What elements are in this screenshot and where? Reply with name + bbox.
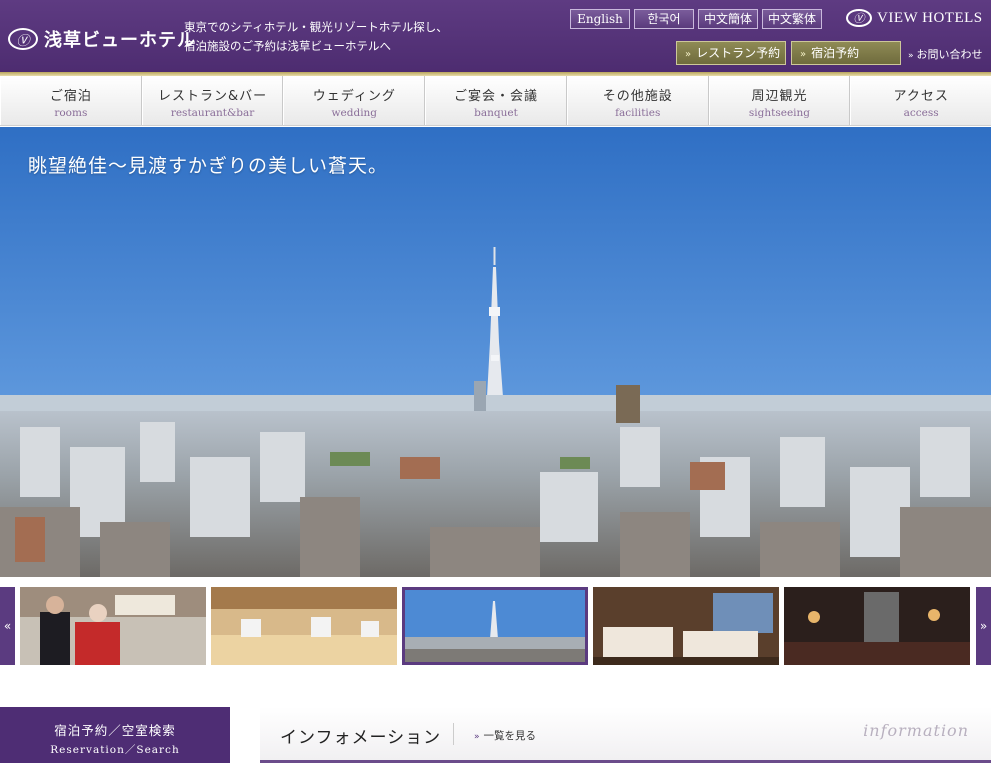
hotel-name: 浅草ビューホテル [44,30,196,51]
nav-item-banquet[interactable]: ご宴会・会議 banquet [425,76,567,125]
information-title: インフォメーション [280,728,442,748]
double-chevron-right-icon: » [474,732,480,742]
restaurant-reservation-label: レストラン予約 [696,46,781,60]
site-header: Ⓥ 浅草ビューホテル 東京でのシティホテル・観光リゾートホテル探し、 宿泊施設の… [0,0,991,72]
view-all-label: 一覧を見る [483,730,537,742]
nav-item-restaurant[interactable]: レストラン&バー restaurant&bar [141,76,284,125]
nav-label-en: restaurant&bar [170,107,255,119]
information-header: インフォメーション » 一覧を見る information [260,707,991,763]
nav-item-access[interactable]: アクセス access [850,76,991,125]
nav-item-rooms[interactable]: ご宿泊 rooms [0,76,142,125]
lang-english-button[interactable]: English [570,9,630,29]
bar-lounge-photo [784,587,970,665]
restaurant-reservation-button[interactable]: » レストラン予約 [676,41,786,65]
stay-reservation-button[interactable]: » 宿泊予約 [791,41,901,65]
tokyo-skyline-photo [0,127,991,577]
tagline-line-1: 東京でのシティホテル・観光リゾートホテル探し、 [184,20,448,34]
nav-label-jp: その他施設 [602,89,673,104]
nav-label-jp: ご宴会・会議 [454,89,539,104]
lang-korean-button[interactable]: 한국어 [634,9,694,29]
nav-label-en: access [903,107,939,119]
lang-simplified-chinese-button[interactable]: 中文簡体 [698,9,758,29]
reservation-search-label-jp: 宿泊予約／空室検索 [54,723,176,738]
information-divider [453,723,454,745]
nav-label-en: facilities [615,107,661,119]
nav-label-jp: レストラン&バー [158,89,268,104]
nav-label-jp: ウェディング [312,89,396,104]
site-tagline: 東京でのシティホテル・観光リゾートホテル探し、 宿泊施設のご予約は浅草ビューホテ… [184,18,448,56]
thumbnail-buffet[interactable] [211,587,397,665]
hero-caption: 眺望絶佳～見渡すかぎりの美しい蒼天。 [28,155,389,177]
double-chevron-left-icon: « [3,619,12,633]
thumbnail-carousel: « » [0,585,991,667]
thumbnail-bar-lounge[interactable] [784,587,970,665]
information-watermark: information [863,721,969,740]
carousel-next-button[interactable]: » [976,587,991,665]
nav-label-jp: アクセス [893,89,949,104]
tagline-line-2: 宿泊施設のご予約は浅草ビューホテルへ [184,39,391,53]
lang-traditional-chinese-button[interactable]: 中文繁体 [762,9,822,29]
thumbnail-wedding[interactable] [20,587,206,665]
double-chevron-right-icon: » [685,49,692,60]
stay-reservation-label: 宿泊予約 [811,46,860,60]
contact-label: お問い合わせ [916,48,983,61]
main-nav: ご宿泊 rooms レストラン&バー restaurant&bar ウェディング… [0,76,991,126]
thumbnail-skyline[interactable] [402,587,588,665]
nav-item-wedding[interactable]: ウェディング wedding [283,76,426,125]
thumbnail-guest-room[interactable] [593,587,779,665]
view-hotels-logo[interactable]: Ⓥ VIEW HOTELS [846,9,983,27]
double-chevron-right-icon: » [979,619,988,633]
carousel-prev-button[interactable]: « [0,587,15,665]
nav-item-facilities[interactable]: その他施設 facilities [566,76,709,125]
nav-item-sightseeing[interactable]: 周辺観光 sightseeing [708,76,851,125]
reservation-search-box[interactable]: 宿泊予約／空室検索 Reservation／Search [0,707,230,763]
nav-label-en: sightseeing [748,107,810,119]
hero-image: 眺望絶佳～見渡すかぎりの美しい蒼天。 [0,127,991,577]
double-chevron-right-icon: » [800,49,807,60]
view-logo-icon: Ⓥ [8,28,38,50]
nav-label-en: rooms [54,107,88,119]
view-hotels-mark-icon: Ⓥ [846,9,872,27]
buffet-restaurant-photo [211,587,397,665]
nav-label-jp: ご宿泊 [49,89,92,104]
nav-label-en: wedding [331,107,378,119]
reservation-search-label-en: Reservation／Search [50,744,180,756]
nav-label-jp: 周辺観光 [751,89,808,104]
double-chevron-right-icon: » [908,51,914,61]
guest-room-photo [593,587,779,665]
skyline-photo [402,587,588,665]
nav-label-en: banquet [474,107,518,119]
hotel-logo[interactable]: Ⓥ 浅草ビューホテル [8,26,196,52]
wedding-couple-photo [20,587,206,665]
view-all-link[interactable]: » 一覧を見る [474,728,536,743]
view-hotels-text: VIEW HOTELS [877,9,983,26]
contact-link[interactable]: » お問い合わせ [908,46,983,62]
